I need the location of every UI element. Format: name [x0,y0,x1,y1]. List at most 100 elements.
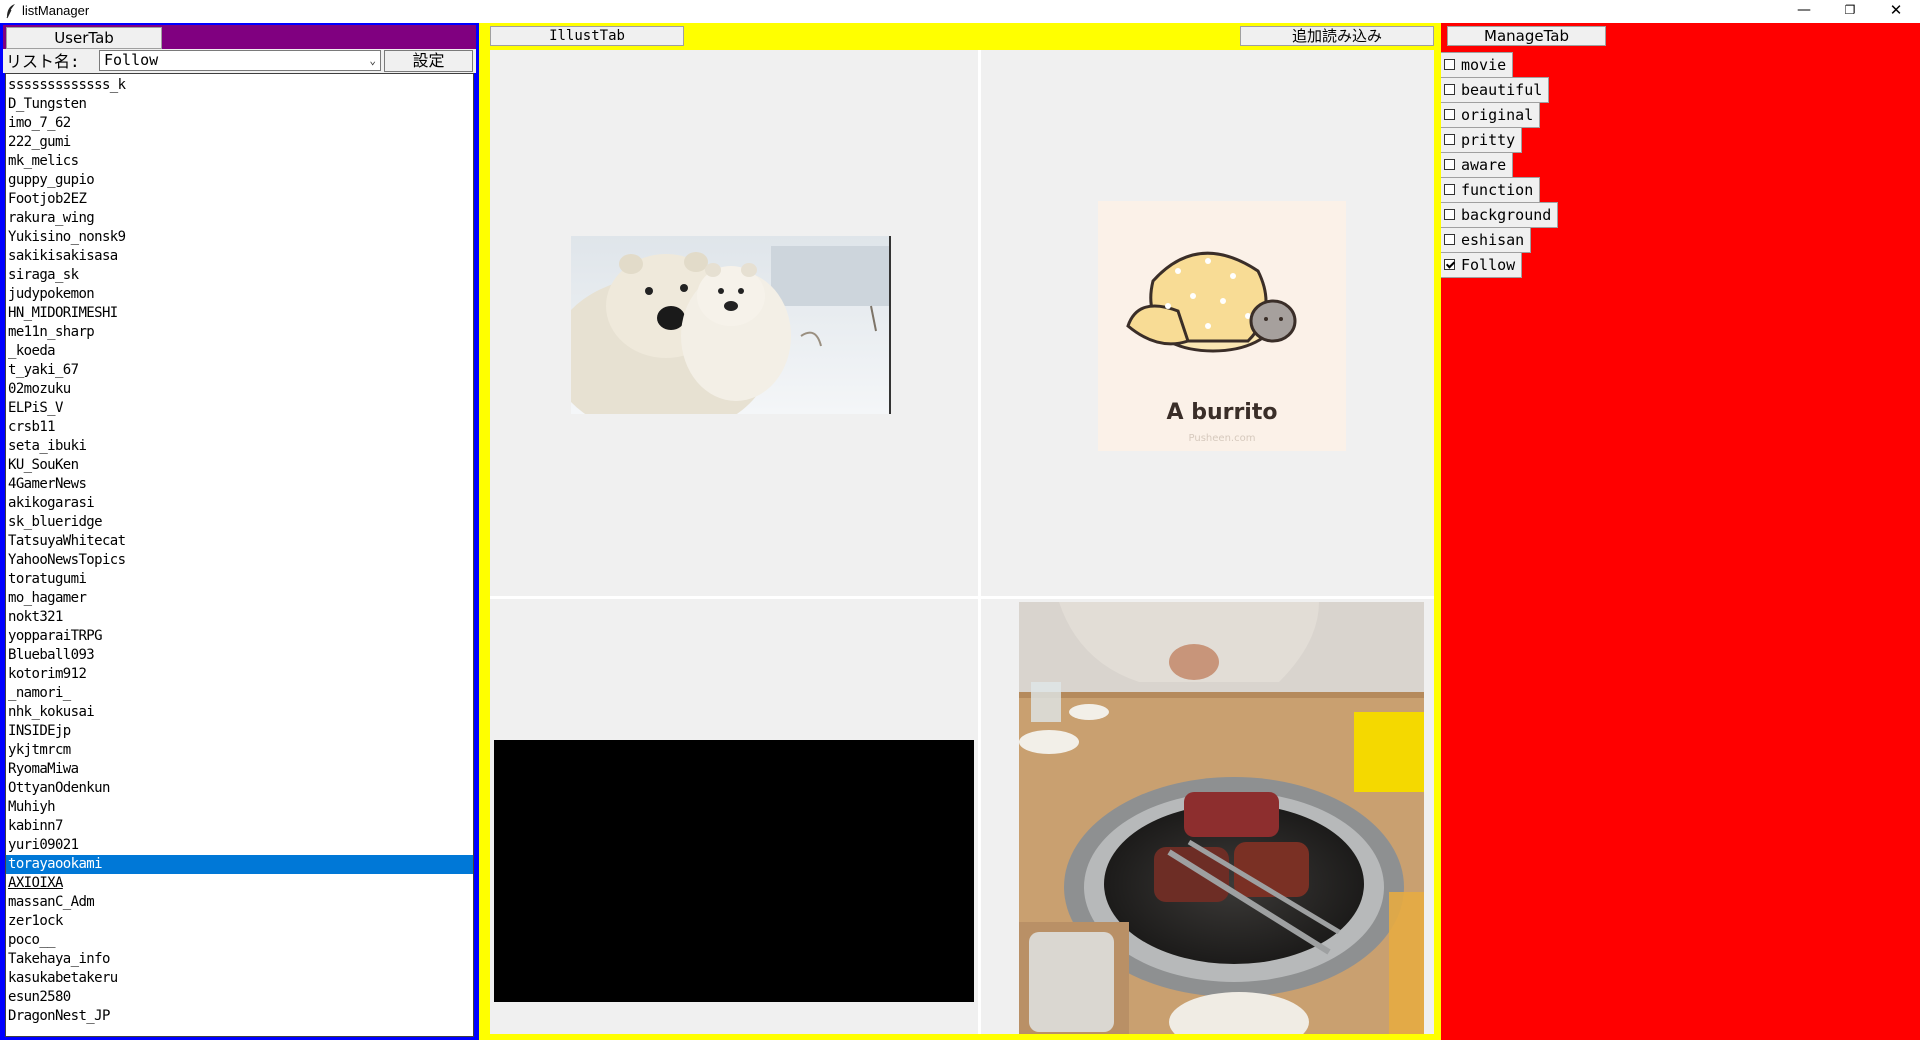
tab-manage[interactable]: ManageTab [1447,26,1606,46]
polar-bears-image[interactable] [571,236,891,414]
list-item[interactable]: seta_ibuki [6,437,473,456]
list-item[interactable]: massanC_Adm [6,893,473,912]
tag-checkbox-beautiful[interactable]: beautiful [1441,77,1550,103]
list-item[interactable]: 4GamerNews [6,475,473,494]
tag-label: function [1461,181,1534,199]
list-item[interactable]: siraga_sk [6,266,473,285]
restore-button[interactable]: ❐ [1827,0,1873,22]
list-item[interactable]: sakikisakisasa [6,247,473,266]
list-item[interactable]: OttyanOdenkun [6,779,473,798]
checkbox[interactable] [1444,58,1455,70]
tag-checkbox-background[interactable]: background [1441,202,1559,228]
settings-button[interactable]: 設定 [384,50,473,72]
list-item[interactable]: judypokemon [6,285,473,304]
list-item[interactable]: Muhiyh [6,798,473,817]
list-item[interactable]: Blueball093 [6,646,473,665]
tag-checkbox-aware[interactable]: aware [1441,152,1514,178]
list-item[interactable]: kasukabetakeru [6,969,473,988]
burrito-credit: Pusheen.com [1189,433,1256,444]
tag-label: Follow [1461,256,1516,274]
tag-checkbox-follow[interactable]: Follow [1441,252,1523,278]
list-item[interactable]: _koeda [6,342,473,361]
list-item[interactable]: ykjtmrcm [6,741,473,760]
checkbox[interactable] [1444,208,1455,220]
list-item[interactable]: mk_melics [6,152,473,171]
list-item[interactable]: HN_MIDORIMESHI [6,304,473,323]
checkbox[interactable] [1444,158,1455,170]
black-video-thumbnail[interactable] [494,740,974,1002]
list-item[interactable]: Yukisino_nonsk9 [6,228,473,247]
list-item[interactable]: yuri09021 [6,836,473,855]
list-select-value: Follow [104,51,159,69]
image-cell[interactable] [490,50,978,596]
list-item[interactable]: nhk_kokusai [6,703,473,722]
list-item[interactable]: TatsuyaWhitecat [6,532,473,551]
list-item[interactable]: kabinn7 [6,817,473,836]
list-item[interactable]: 222_gumi [6,133,473,152]
list-item[interactable]: nokt321 [6,608,473,627]
user-panel: UserTab リスト名: Follow ⌄ 設定 sssssssssssss_… [0,23,479,1040]
list-item[interactable]: esun2580 [6,988,473,1007]
window-title: listManager [22,3,90,18]
pusheen-burrito-image[interactable]: A burrito Pusheen.com [1098,201,1346,451]
list-item[interactable]: crsb11 [6,418,473,437]
list-item[interactable]: KU_SouKen [6,456,473,475]
illust-tab-bar: IllustTab 追加読み込み [479,23,1441,50]
yakiniku-grill-photo[interactable] [1019,602,1424,1034]
list-select[interactable]: Follow ⌄ [99,50,381,71]
tag-checkbox-pritty[interactable]: pritty [1441,127,1523,153]
checkbox[interactable] [1444,233,1455,245]
checkbox[interactable] [1444,258,1455,270]
chevron-down-icon[interactable]: ⌄ [369,51,376,70]
list-item[interactable]: INSIDEjp [6,722,473,741]
list-item[interactable]: kotorim912 [6,665,473,684]
tab-illust[interactable]: IllustTab [490,26,684,46]
list-item[interactable]: D_Tungsten [6,95,473,114]
list-name-label: リスト名: [6,52,80,71]
user-list[interactable]: sssssssssssss_k D_Tungsten imo_7_62 222_gum… [5,73,474,1037]
checkbox[interactable] [1444,83,1455,95]
checkbox[interactable] [1444,183,1455,195]
list-item[interactable]: yopparaiTRPG [6,627,473,646]
list-item[interactable]: imo_7_62 [6,114,473,133]
user-tab-bar: UserTab [3,25,476,49]
list-item[interactable]: _namori_ [6,684,473,703]
list-item[interactable]: sssssssssssss_k [6,76,473,95]
list-item[interactable]: torayaookami [6,855,473,874]
list-item[interactable]: AXIOIXA [6,874,473,893]
list-item[interactable]: akikogarasi [6,494,473,513]
list-item[interactable]: rakura_wing [6,209,473,228]
list-item[interactable]: sk_blueridge [6,513,473,532]
burrito-caption: A burrito [1167,400,1278,425]
list-item[interactable]: YahooNewsTopics [6,551,473,570]
tag-label: pritty [1461,131,1516,149]
list-item[interactable]: toratugumi [6,570,473,589]
image-cell[interactable] [490,599,978,1034]
tag-checkbox-eshisan[interactable]: eshisan [1441,227,1532,253]
list-item[interactable]: Takehaya_info [6,950,473,969]
list-item[interactable]: guppy_gupio [6,171,473,190]
image-grid: A burrito Pusheen.com [490,50,1434,1034]
checkbox[interactable] [1444,133,1455,145]
list-item[interactable]: zer1ock [6,912,473,931]
checkbox[interactable] [1444,108,1455,120]
tab-user[interactable]: UserTab [6,27,162,49]
image-cell[interactable]: A burrito Pusheen.com [981,50,1434,596]
list-item[interactable]: DragonNest_JP [6,1007,473,1026]
list-item[interactable]: mo_hagamer [6,589,473,608]
list-item[interactable]: RyomaMiwa [6,760,473,779]
load-more-button[interactable]: 追加読み込み [1240,26,1434,46]
list-item[interactable]: poco__ [6,931,473,950]
tag-checkbox-original[interactable]: original [1441,102,1541,128]
image-cell[interactable] [981,599,1434,1034]
list-item[interactable]: 02mozuku [6,380,473,399]
tag-label: original [1461,106,1534,124]
list-item[interactable]: t_yaki_67 [6,361,473,380]
list-item[interactable]: me11n_sharp [6,323,473,342]
tag-checkbox-movie[interactable]: movie [1441,52,1514,78]
minimize-button[interactable]: — [1781,0,1827,22]
tag-checkbox-function[interactable]: function [1441,177,1541,203]
close-button[interactable]: ✕ [1873,0,1919,22]
list-item[interactable]: ELPiS_V [6,399,473,418]
list-item[interactable]: Footjob2EZ [6,190,473,209]
